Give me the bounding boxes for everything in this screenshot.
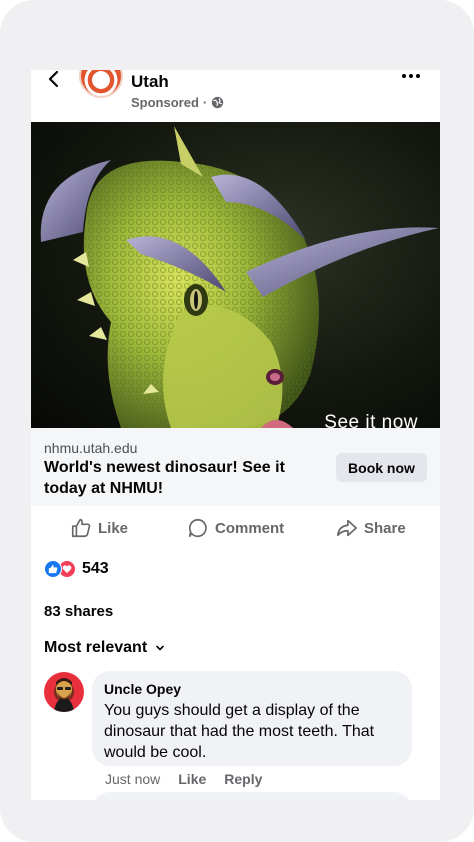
sponsored-label: Sponsored [131,95,199,110]
comment-time: Just now [105,771,161,787]
like-label: Like [98,519,129,537]
separator: · [202,95,208,110]
commenter-avatar[interactable] [44,672,84,712]
comment-meta: Just now Like Reply [105,771,262,787]
shares-count[interactable]: 83 shares [44,603,113,620]
more-dot [416,74,420,78]
post-actions-bar: Like Comment Share [31,506,440,550]
back-icon[interactable] [45,70,65,90]
comment-like-button[interactable]: Like [178,771,206,787]
comment-text: You guys should get a display of the din… [104,702,375,761]
media-overlay-text: See it now [324,412,418,428]
dinosaur-illustration [40,126,439,428]
comment-bubble: Uncle Opey You guys should get a display… [92,671,412,766]
page-name[interactable]: Utah [131,72,169,92]
page-avatar[interactable] [79,70,123,98]
link-preview-card[interactable]: nhmu.utah.edu World's newest dinosaur! S… [31,428,440,506]
share-icon [337,519,357,537]
comment-button[interactable]: Comment [187,517,284,539]
comment-icon [188,518,207,538]
share-label: Share [364,519,406,537]
comment-sort-dropdown[interactable]: Most relevant [44,639,165,657]
sponsored-row: Sponsored · [131,95,224,110]
book-now-button[interactable]: Book now [336,453,427,482]
sort-label: Most relevant [44,639,148,656]
thumbs-up-icon [44,560,62,578]
next-comment-bubble [92,792,412,800]
more-dot [409,74,413,78]
comment-label: Comment [215,519,285,537]
comment-author[interactable]: Uncle Opey [104,680,400,698]
globe-icon [212,96,224,109]
post-header: Utah Sponsored · [31,70,440,122]
chevron-down-icon [156,645,164,651]
post-screen: Utah Sponsored · See it now nhmu.utah.ed… [31,70,440,800]
like-button[interactable]: Like [70,517,128,539]
reaction-count: 543 [82,560,109,577]
link-domain: nhmu.utah.edu [44,440,138,456]
share-button[interactable]: Share [336,517,406,539]
more-options-button[interactable] [402,71,426,81]
comment-reply-button[interactable]: Reply [224,771,262,787]
more-dot [402,74,406,78]
thumbs-up-icon [71,518,91,538]
reaction-summary[interactable]: 543 [44,560,109,578]
ad-image[interactable]: See it now [31,122,440,428]
link-title: World's newest dinosaur! See it today at… [44,459,285,497]
